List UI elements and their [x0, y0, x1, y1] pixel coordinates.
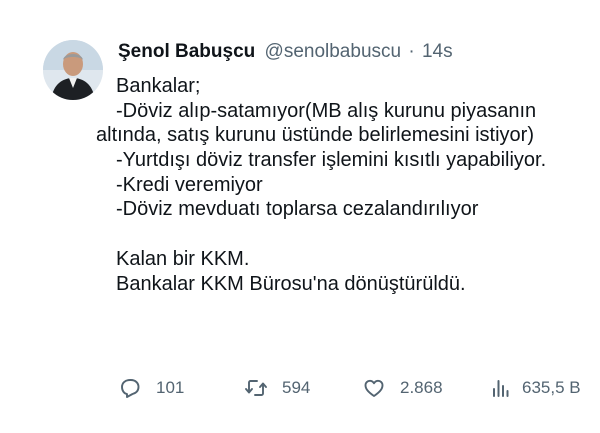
avatar-image [43, 40, 103, 100]
like-count: 2.868 [400, 378, 443, 397]
tweet-line: Kalan bir KKM. [116, 247, 250, 270]
reply-icon [121, 379, 140, 398]
tweet-line: Bankalar KKM Bürosu'na dönüştürüldü. [116, 272, 466, 295]
tweet-line: altında, satış kurunu üstünde belirlemes… [96, 124, 534, 147]
reply-button[interactable]: 101 [118, 376, 184, 400]
avatar[interactable] [43, 40, 103, 100]
like-button[interactable]: 2.868 [362, 376, 443, 400]
view-count: 635,5 B [522, 378, 581, 397]
reply-count: 101 [156, 378, 185, 397]
heart-icon [364, 379, 384, 397]
retweet-icon [245, 380, 267, 396]
tweet-header: Şenol Babuşcu @senolbabuscu · 14s [118, 40, 453, 64]
tweet-line: -Döviz alıp-satamıyor(MB alış kurunu piy… [116, 99, 537, 122]
author-name[interactable]: Şenol Babuşcu [118, 41, 255, 62]
tweet-line: -Kredi veremiyor [116, 173, 263, 196]
tweet-line: -Döviz mevduatı toplarsa cezalandırılıyo… [116, 198, 479, 221]
views-icon [493, 380, 509, 397]
retweet-count: 594 [282, 378, 311, 397]
tweet-card[interactable]: Şenol Babuşcu @senolbabuscu · 14s Bankal… [0, 0, 600, 433]
tweet-timestamp[interactable]: 14s [422, 41, 453, 62]
tweet-actions: 101 594 2.868 635,5 B [118, 376, 598, 400]
tweet-text: Bankalar; -Döviz alıp-satamıyor(MB alış … [96, 74, 591, 296]
views-button[interactable]: 635,5 B [488, 376, 581, 400]
author-handle[interactable]: @senolbabuscu [265, 41, 402, 62]
tweet-line: -Yurtdışı döviz transfer işlemini kısıtl… [116, 149, 547, 172]
header-separator: · [408, 41, 415, 62]
retweet-button[interactable]: 594 [244, 376, 310, 400]
tweet-line: Bankalar; [116, 75, 201, 97]
